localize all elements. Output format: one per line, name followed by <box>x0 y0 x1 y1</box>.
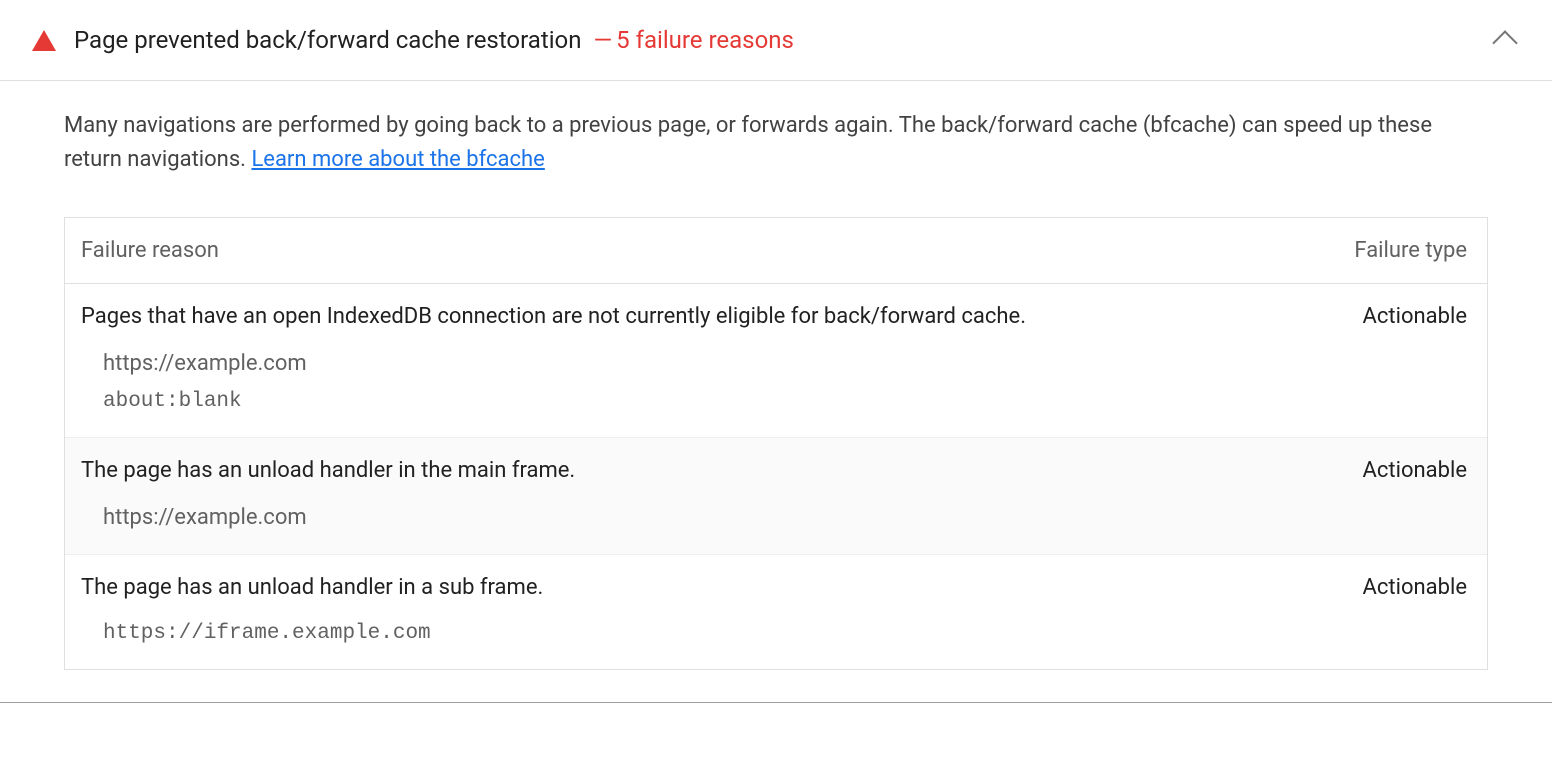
url-list: https://example.com <box>81 505 1471 530</box>
failure-reason-text: The page has an unload handler in a sub … <box>81 575 1363 600</box>
learn-more-link[interactable]: Learn more about the bfcache <box>251 147 544 172</box>
url-item: about:blank <box>103 390 1471 413</box>
failure-type-text: Actionable <box>1363 458 1471 483</box>
failure-table: Failure reason Failure type Pages that h… <box>64 217 1488 670</box>
bfcache-audit-panel: Page prevented back/forward cache restor… <box>0 0 1552 703</box>
collapse-toggle[interactable] <box>1490 22 1520 58</box>
row-top: The page has an unload handler in a sub … <box>81 575 1471 600</box>
failure-reason-text: Pages that have an open IndexedDB connec… <box>81 304 1363 329</box>
col-header-reason: Failure reason <box>81 238 1354 263</box>
url-item: https://iframe.example.com <box>103 622 1471 645</box>
audit-dash: — <box>593 26 612 54</box>
failure-reason-text: The page has an unload handler in the ma… <box>81 458 1363 483</box>
table-row: The page has an unload handler in the ma… <box>65 438 1487 555</box>
audit-failure-count: 5 failure reasons <box>616 26 794 54</box>
url-list: https://example.com about:blank <box>81 351 1471 413</box>
audit-header[interactable]: Page prevented back/forward cache restor… <box>0 0 1552 81</box>
footer-divider <box>0 702 1552 703</box>
col-header-type: Failure type <box>1354 238 1471 263</box>
row-top: Pages that have an open IndexedDB connec… <box>81 304 1471 329</box>
failure-type-text: Actionable <box>1363 304 1471 329</box>
table-row: The page has an unload handler in a sub … <box>65 555 1487 669</box>
audit-body: Many navigations are performed by going … <box>0 81 1552 698</box>
url-list: https://iframe.example.com <box>81 622 1471 645</box>
audit-title: Page prevented back/forward cache restor… <box>74 26 581 54</box>
table-row: Pages that have an open IndexedDB connec… <box>65 284 1487 438</box>
row-top: The page has an unload handler in the ma… <box>81 458 1471 483</box>
table-body: Pages that have an open IndexedDB connec… <box>65 284 1487 669</box>
header-text-group: Page prevented back/forward cache restor… <box>74 26 794 54</box>
chevron-up-icon <box>1492 30 1517 55</box>
url-item: https://example.com <box>103 505 1471 530</box>
url-item: https://example.com <box>103 351 1471 376</box>
audit-description: Many navigations are performed by going … <box>64 109 1488 177</box>
table-header-row: Failure reason Failure type <box>65 218 1487 284</box>
error-triangle-icon <box>32 30 56 51</box>
failure-type-text: Actionable <box>1363 575 1471 600</box>
